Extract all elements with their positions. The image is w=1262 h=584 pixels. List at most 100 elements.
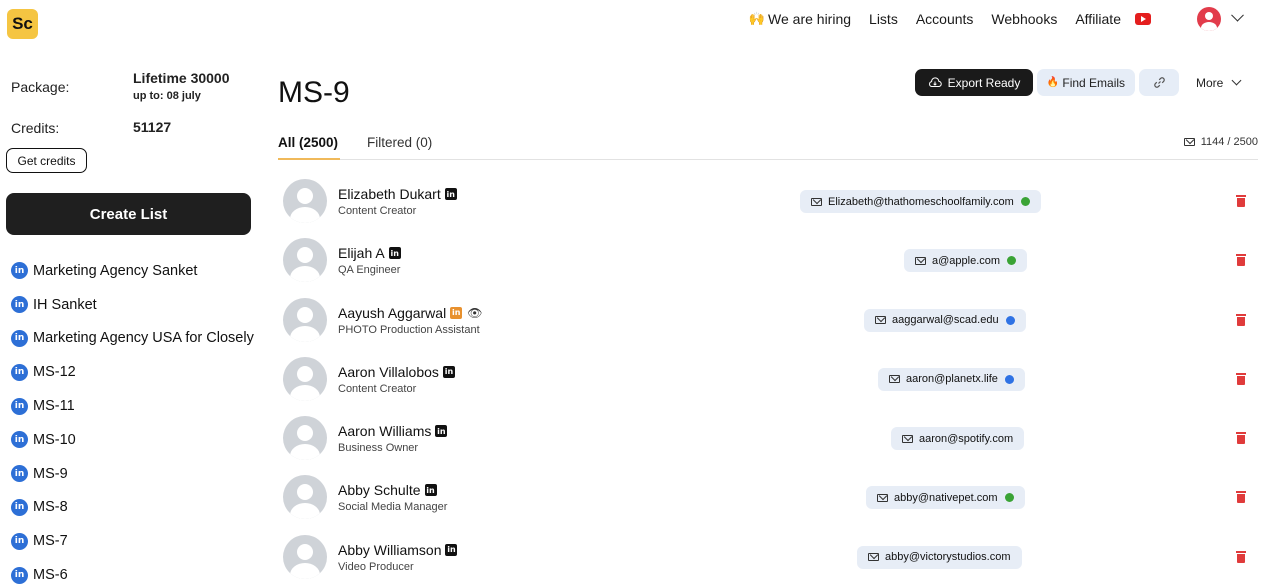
contact-title: Content Creator [338, 205, 417, 217]
eye-icon[interactable]: 👁 [467, 306, 482, 320]
contact-name-text: Elijah A [338, 245, 385, 262]
delete-icon[interactable] [1236, 254, 1246, 267]
export-ready-button[interactable]: Export Ready [915, 69, 1033, 96]
contact-name-text: Abby Williamson [338, 541, 442, 558]
sidebar-list-label: Marketing Agency USA for Closely [33, 330, 254, 347]
email-counter: 1144 / 2500 [1183, 136, 1258, 148]
find-emails-button[interactable]: 🔥 Find Emails [1037, 69, 1135, 96]
linkedin-icon[interactable]: in [444, 188, 457, 200]
email-pill[interactable]: aaggarwal@scad.edu [864, 308, 1026, 332]
linkedin-icon: in [11, 262, 28, 280]
avatar [283, 475, 327, 520]
email-address: abby@victorystudios.com [885, 551, 1011, 564]
email-pill[interactable]: aaron@spotify.com [891, 427, 1025, 451]
contact-name[interactable]: Abby Williamson in [338, 541, 458, 558]
sidebar-list-label: MS-7 [33, 533, 68, 550]
sidebar-list-item[interactable]: in Marketing Agency USA for Closely [11, 322, 254, 356]
mail-icon [811, 197, 822, 206]
sidebar-list-item[interactable]: in MS-11 [11, 389, 254, 423]
active-tab-indicator [278, 158, 340, 160]
delete-icon[interactable] [1236, 491, 1246, 504]
nav-lists[interactable]: Lists [869, 11, 898, 27]
delete-icon[interactable] [1236, 372, 1246, 385]
contact-row: Aayush Aggarwal in 👁 PHOTO Production As… [283, 291, 1262, 350]
contact-name[interactable]: Elijah A in [338, 245, 401, 261]
delete-icon[interactable] [1236, 550, 1246, 563]
page-title: MS-9 [278, 76, 350, 109]
sidebar-list-item[interactable]: in MS-10 [11, 423, 254, 457]
mail-icon [902, 434, 913, 443]
sidebar-list-label: MS-11 [33, 398, 75, 415]
nav-we-are-hiring[interactable]: 🙌 We are hiring [749, 11, 851, 27]
sidebar-list-item[interactable]: in MS-12 [11, 355, 254, 389]
contact-name[interactable]: Aaron Villalobos in [338, 364, 455, 380]
email-address: a@apple.com [932, 254, 1001, 267]
avatar [283, 534, 327, 579]
sidebar-list-item[interactable]: in MS-8 [11, 491, 254, 525]
sidebar-list-item[interactable]: in Marketing Agency Sanket [11, 254, 254, 288]
chevron-down-icon[interactable] [1231, 8, 1244, 22]
contact-name[interactable]: Aayush Aggarwal in 👁 [338, 305, 482, 321]
email-pill[interactable]: Elizabeth@thathomeschoolfamily.com [800, 190, 1041, 213]
status-dot [1004, 374, 1014, 384]
delete-icon[interactable] [1236, 313, 1246, 326]
copy-link-button[interactable] [1139, 69, 1179, 96]
contact-title: Video Producer [338, 560, 414, 573]
contact-row: Abby Williamson in Video Producer abby@v… [283, 528, 1262, 584]
sidebar-list-item[interactable]: in MS-7 [11, 524, 254, 558]
nav-webhooks[interactable]: Webhooks [991, 11, 1057, 27]
email-pill[interactable]: abby@nativepet.com [866, 486, 1025, 510]
delete-icon[interactable] [1236, 432, 1246, 445]
linkedin-icon[interactable]: in [424, 484, 437, 497]
linkedin-icon: in [11, 363, 28, 381]
email-pill[interactable]: a@apple.com [904, 249, 1028, 273]
contact-name[interactable]: Aaron Williams in [338, 423, 448, 440]
contact-title: QA Engineer [338, 264, 401, 277]
nav-affiliate[interactable]: Affiliate [1075, 11, 1121, 27]
status-dot [1007, 256, 1017, 266]
contact-name[interactable]: Abby Schulte in [338, 482, 437, 498]
email-counter-value: 1144 / 2500 [1200, 136, 1258, 148]
sidebar-list-item[interactable]: in IH Sanket [11, 288, 254, 322]
youtube-icon[interactable] [1135, 13, 1151, 25]
sidebar-list-label: IH Sanket [33, 296, 97, 313]
package-label: Package: [11, 79, 70, 95]
create-list-button[interactable]: Create List [6, 193, 251, 235]
linkedin-icon[interactable]: in [435, 425, 448, 438]
email-pill[interactable]: abby@victorystudios.com [857, 545, 1022, 569]
find-emails-label: Find Emails [1062, 75, 1126, 90]
more-menu-button[interactable]: More [1196, 69, 1242, 96]
package-expiry: up to: 08 july [133, 90, 201, 102]
mail-icon [915, 256, 926, 265]
contact-tabs: All (2500) Filtered (0) 1144 / 2500 [278, 130, 1258, 160]
linkedin-icon[interactable]: in [388, 247, 401, 260]
contact-name-text: Aaron Villalobos [338, 363, 439, 380]
raised-hands-icon: 🙌 [748, 11, 766, 26]
contact-row: Elizabeth Dukart in Content Creator Eliz… [283, 172, 1262, 231]
delete-icon[interactable] [1236, 195, 1246, 207]
linkedin-icon[interactable]: in [442, 365, 455, 378]
email-address: aaron@planetx.life [906, 373, 998, 386]
mail-icon [875, 316, 886, 325]
fire-icon: 🔥 [1046, 77, 1060, 88]
sidebar-list-item[interactable]: in MS-6 [11, 558, 254, 584]
mail-icon [868, 553, 879, 562]
contact-row: Aaron Villalobos in Content Creator aaro… [283, 350, 1262, 409]
linkedin-icon[interactable]: in [445, 543, 458, 556]
nav-accounts[interactable]: Accounts [916, 11, 974, 27]
status-dot [1004, 493, 1014, 503]
contact-name[interactable]: Elizabeth Dukart in [338, 186, 457, 202]
linkedin-icon[interactable]: in [450, 306, 463, 319]
user-avatar-icon[interactable] [1197, 7, 1221, 31]
tab-all[interactable]: All (2500) [278, 135, 338, 150]
mail-icon [889, 375, 900, 384]
email-pill[interactable]: aaron@planetx.life [878, 367, 1025, 391]
sidebar-list-item[interactable]: in MS-9 [11, 457, 254, 491]
linkedin-icon: in [11, 532, 28, 550]
get-credits-button[interactable]: Get credits [6, 148, 87, 173]
nav-hiring-label: We are hiring [768, 11, 852, 27]
tab-filtered[interactable]: Filtered (0) [367, 135, 432, 150]
app-logo[interactable]: Sc [7, 9, 38, 39]
contact-name-text: Aaron Williams [338, 423, 432, 440]
avatar [283, 238, 327, 283]
